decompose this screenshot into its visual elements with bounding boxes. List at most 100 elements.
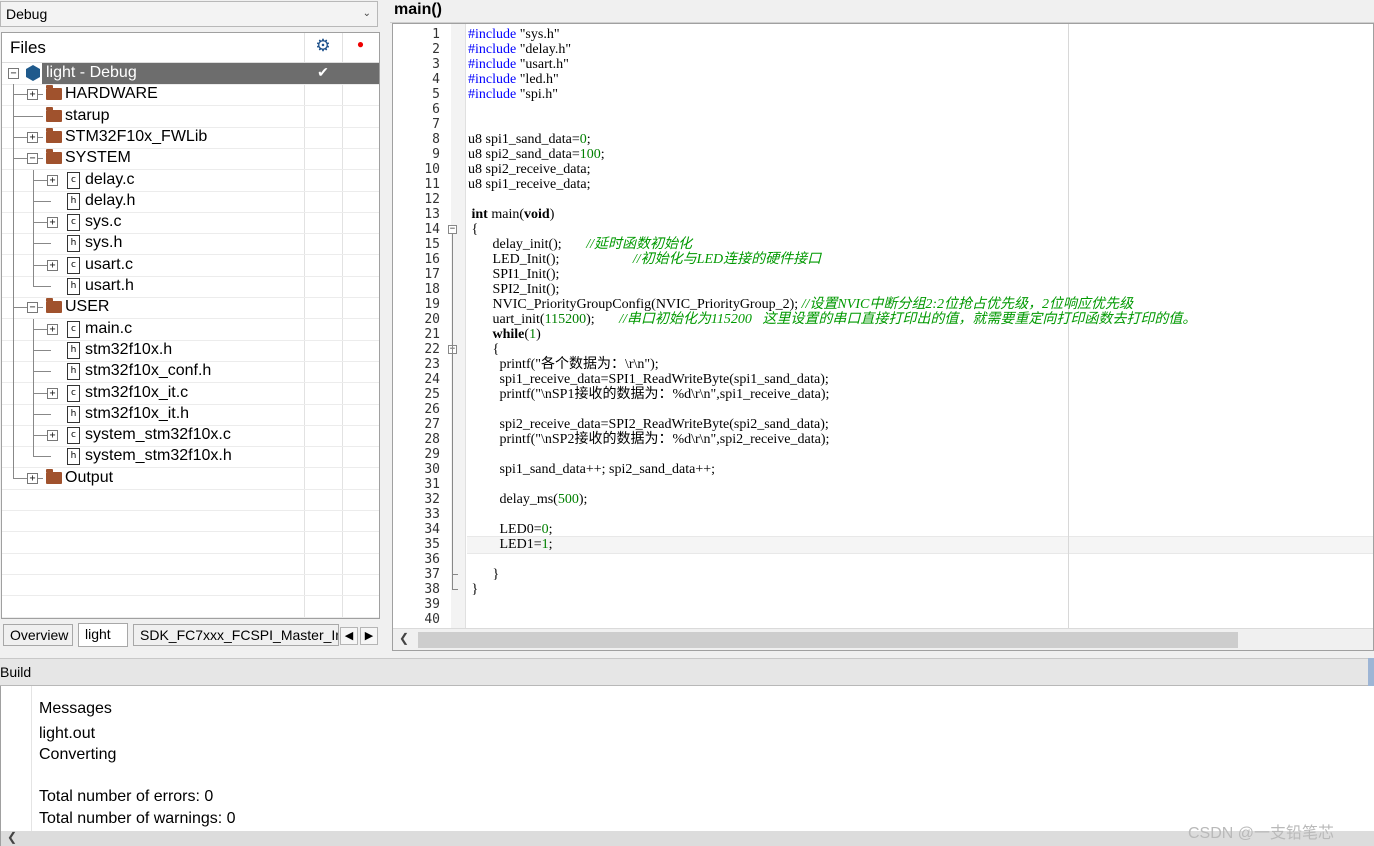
code-line[interactable]: {	[468, 222, 479, 237]
line-number: 8	[432, 132, 440, 147]
collapse-icon[interactable]: −	[27, 302, 38, 314]
editor-horizontal-scrollbar[interactable]: ❮	[393, 628, 1373, 650]
tree-item[interactable]: − SYSTEM	[2, 148, 379, 171]
code-line[interactable]: #include "usart.h"	[468, 57, 569, 72]
tree-item-label: HARDWARE	[65, 85, 158, 103]
expand-icon[interactable]: +	[47, 217, 58, 229]
fold-collapse-icon[interactable]: −	[448, 225, 457, 234]
code-line[interactable]: #include "sys.h"	[468, 27, 560, 42]
code-line[interactable]: u8 spi1_receive_data;	[468, 177, 590, 192]
tree-item[interactable]: starup	[2, 105, 379, 128]
code-line[interactable]: LED1=1;	[468, 537, 553, 552]
tree-item[interactable]: − light - Debug ✔	[2, 63, 379, 85]
tree-item[interactable]: h system_stm32f10x.h	[2, 446, 379, 469]
build-horizontal-scrollbar[interactable]: ❮	[1, 830, 1374, 846]
code-line[interactable]: spi1_sand_data++; spi2_sand_data++;	[468, 462, 716, 477]
code-line[interactable]: int main(void)	[468, 207, 555, 222]
editor-scroll-thumb[interactable]	[418, 632, 1238, 648]
code-line[interactable]: spi2_receive_data=SPI2_ReadWriteByte(spi…	[468, 417, 829, 432]
code-line[interactable]: delay_ms(500);	[468, 492, 588, 507]
chevron-down-icon[interactable]: ⌄	[363, 2, 371, 26]
tab-overview[interactable]: Overview	[3, 624, 73, 646]
scroll-left-icon[interactable]: ❮	[399, 631, 409, 645]
line-number: 31	[424, 477, 440, 492]
tree-item[interactable]: + c delay.c	[2, 169, 379, 192]
tree-item[interactable]: + c system_stm32f10x.c	[2, 425, 379, 448]
code-line[interactable]: spi1_receive_data=SPI1_ReadWriteByte(spi…	[468, 372, 829, 387]
collapse-icon[interactable]: −	[8, 68, 19, 79]
code-line[interactable]: while(1)	[468, 327, 541, 342]
tree-item[interactable]: + c sys.c	[2, 212, 379, 235]
expand-icon[interactable]: +	[27, 131, 38, 143]
line-number: 4	[432, 72, 440, 87]
configuration-select[interactable]: Debug ⌄	[0, 1, 378, 27]
scroll-left-icon[interactable]: ❮	[7, 830, 17, 844]
line-number: 37	[424, 567, 440, 582]
build-message: Total number of warnings: 0	[39, 810, 236, 827]
code-line[interactable]: }	[468, 567, 500, 582]
code-line[interactable]: delay_init(); //延时函数初始化	[468, 237, 692, 252]
code-line[interactable]: }	[468, 582, 479, 597]
line-number: 17	[424, 267, 440, 282]
code-line[interactable]: #include "delay.h"	[468, 42, 571, 57]
expand-icon[interactable]: +	[47, 323, 58, 335]
code-line[interactable]: printf("\nSP2接收的数据为：%d\r\n",spi2_receive…	[468, 432, 830, 447]
h-file-icon: h	[67, 405, 80, 423]
code-line[interactable]: #include "spi.h"	[468, 87, 558, 102]
code-line[interactable]: LED0=0;	[468, 522, 553, 537]
folder-icon	[46, 298, 62, 314]
code-line[interactable]: SPI2_Init();	[468, 282, 560, 297]
build-gutter	[1, 686, 32, 832]
code-line[interactable]: printf("\nSP1接收的数据为：%d\r\n",spi1_receive…	[468, 387, 830, 402]
tree-item[interactable]: h sys.h	[2, 233, 379, 256]
tab-scroll-right-icon[interactable]: ▶	[360, 627, 378, 645]
line-number: 1	[432, 27, 440, 42]
build-message: light.out	[39, 725, 96, 742]
tab-sdk-label: SDK_FC7xxx_FCSPI_Master_Int	[140, 627, 339, 643]
tree-item-label: system_stm32f10x.c	[85, 426, 231, 444]
code-line[interactable]: uart_init(115200); //串口初始化为115200 这里设置的串…	[468, 312, 1197, 327]
tree-item[interactable]: h stm32f10x.h	[2, 339, 379, 362]
h-file-icon: h	[67, 192, 80, 210]
line-number: 25	[424, 387, 440, 402]
tree-item[interactable]: h delay.h	[2, 190, 379, 213]
expand-icon[interactable]: +	[47, 259, 58, 271]
collapse-icon[interactable]: −	[27, 153, 38, 165]
code-line[interactable]: NVIC_PriorityGroupConfig(NVIC_PriorityGr…	[468, 297, 1134, 312]
code-line[interactable]: SPI1_Init();	[468, 267, 560, 282]
tab-light[interactable]: light	[78, 623, 128, 647]
tree-item-label: main.c	[85, 319, 133, 337]
code-editor[interactable]: 1 2 3 4 5 6 7 8 9 10 11 12 13 14 15 16 17 18 19 20 21 22 23 24 2…	[392, 23, 1374, 651]
code-line[interactable]: {	[468, 342, 500, 357]
code-line[interactable]: u8 spi1_sand_data=0;	[468, 132, 591, 147]
tree-item[interactable]: + Output	[2, 467, 379, 490]
tree-item[interactable]: + c stm32f10x_it.c	[2, 382, 379, 405]
tree-item[interactable]: h stm32f10x_conf.h	[2, 361, 379, 384]
expand-icon[interactable]: +	[47, 387, 58, 399]
tree-item[interactable]: + HARDWARE	[2, 84, 379, 107]
expand-icon[interactable]: +	[47, 430, 58, 442]
tree-item[interactable]: h stm32f10x_it.h	[2, 403, 379, 426]
tree-item[interactable]: h usart.h	[2, 276, 379, 298]
expand-icon[interactable]: +	[27, 472, 38, 484]
code-line[interactable]: u8 spi2_sand_data=100;	[468, 147, 605, 162]
watermark: CSDN @一支铅笔芯	[1188, 825, 1335, 842]
tab-sdk[interactable]: SDK_FC7xxx_FCSPI_Master_Int	[133, 624, 339, 646]
editor-function-name[interactable]: main()	[394, 1, 442, 19]
gear-icon[interactable]: ⚙	[304, 36, 342, 56]
expand-icon[interactable]: +	[27, 89, 38, 101]
code-line[interactable]: u8 spi2_receive_data;	[468, 162, 590, 177]
code-line[interactable]: #include "led.h"	[468, 72, 559, 87]
tree-item[interactable]: + c main.c	[2, 318, 379, 341]
code-line[interactable]: LED_Init(); //初始化与LED连接的硬件接口	[468, 252, 822, 267]
line-number: 6	[432, 102, 440, 117]
line-number: 34	[424, 522, 440, 537]
tree-item[interactable]: − USER	[2, 297, 379, 320]
code-line[interactable]: printf("各个数据为：\r\n");	[468, 357, 659, 372]
record-dot-icon[interactable]: ●	[342, 37, 379, 51]
tree-item[interactable]: + c usart.c	[2, 254, 379, 277]
tree-item[interactable]: + STM32F10x_FWLib	[2, 126, 379, 149]
folder-icon	[46, 149, 62, 165]
tab-scroll-left-icon[interactable]: ◀	[340, 627, 358, 645]
expand-icon[interactable]: +	[47, 174, 58, 186]
